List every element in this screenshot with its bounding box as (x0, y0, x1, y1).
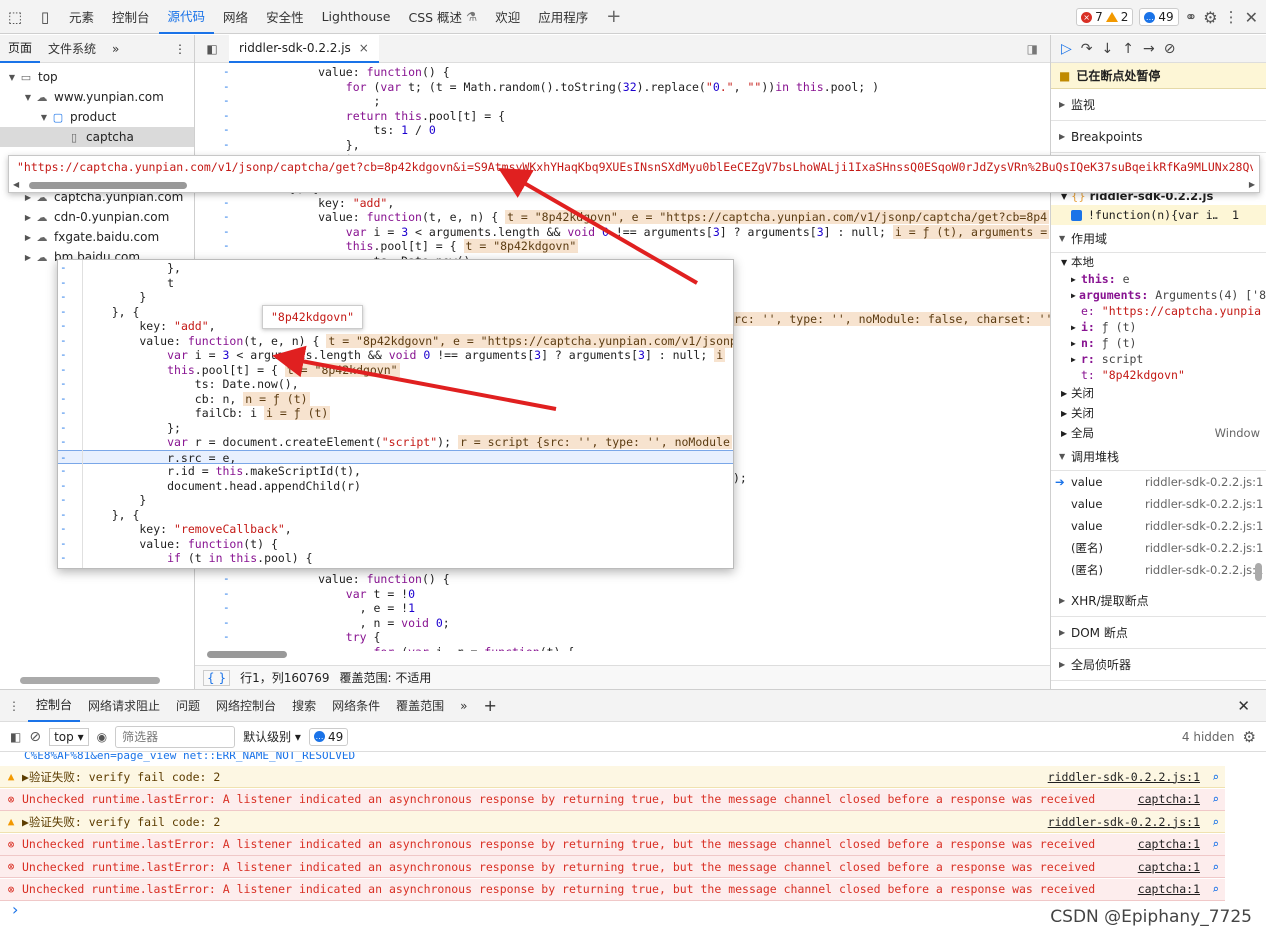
devtools-window: ⬚ ▯ 元素 控制台 源代码 网络 安全性 Lighthouse CSS 概述 … (0, 0, 1266, 937)
annotation-arrow-url (498, 167, 699, 285)
annotation-arrow-param (272, 345, 557, 411)
annotation-arrows (272, 167, 699, 411)
